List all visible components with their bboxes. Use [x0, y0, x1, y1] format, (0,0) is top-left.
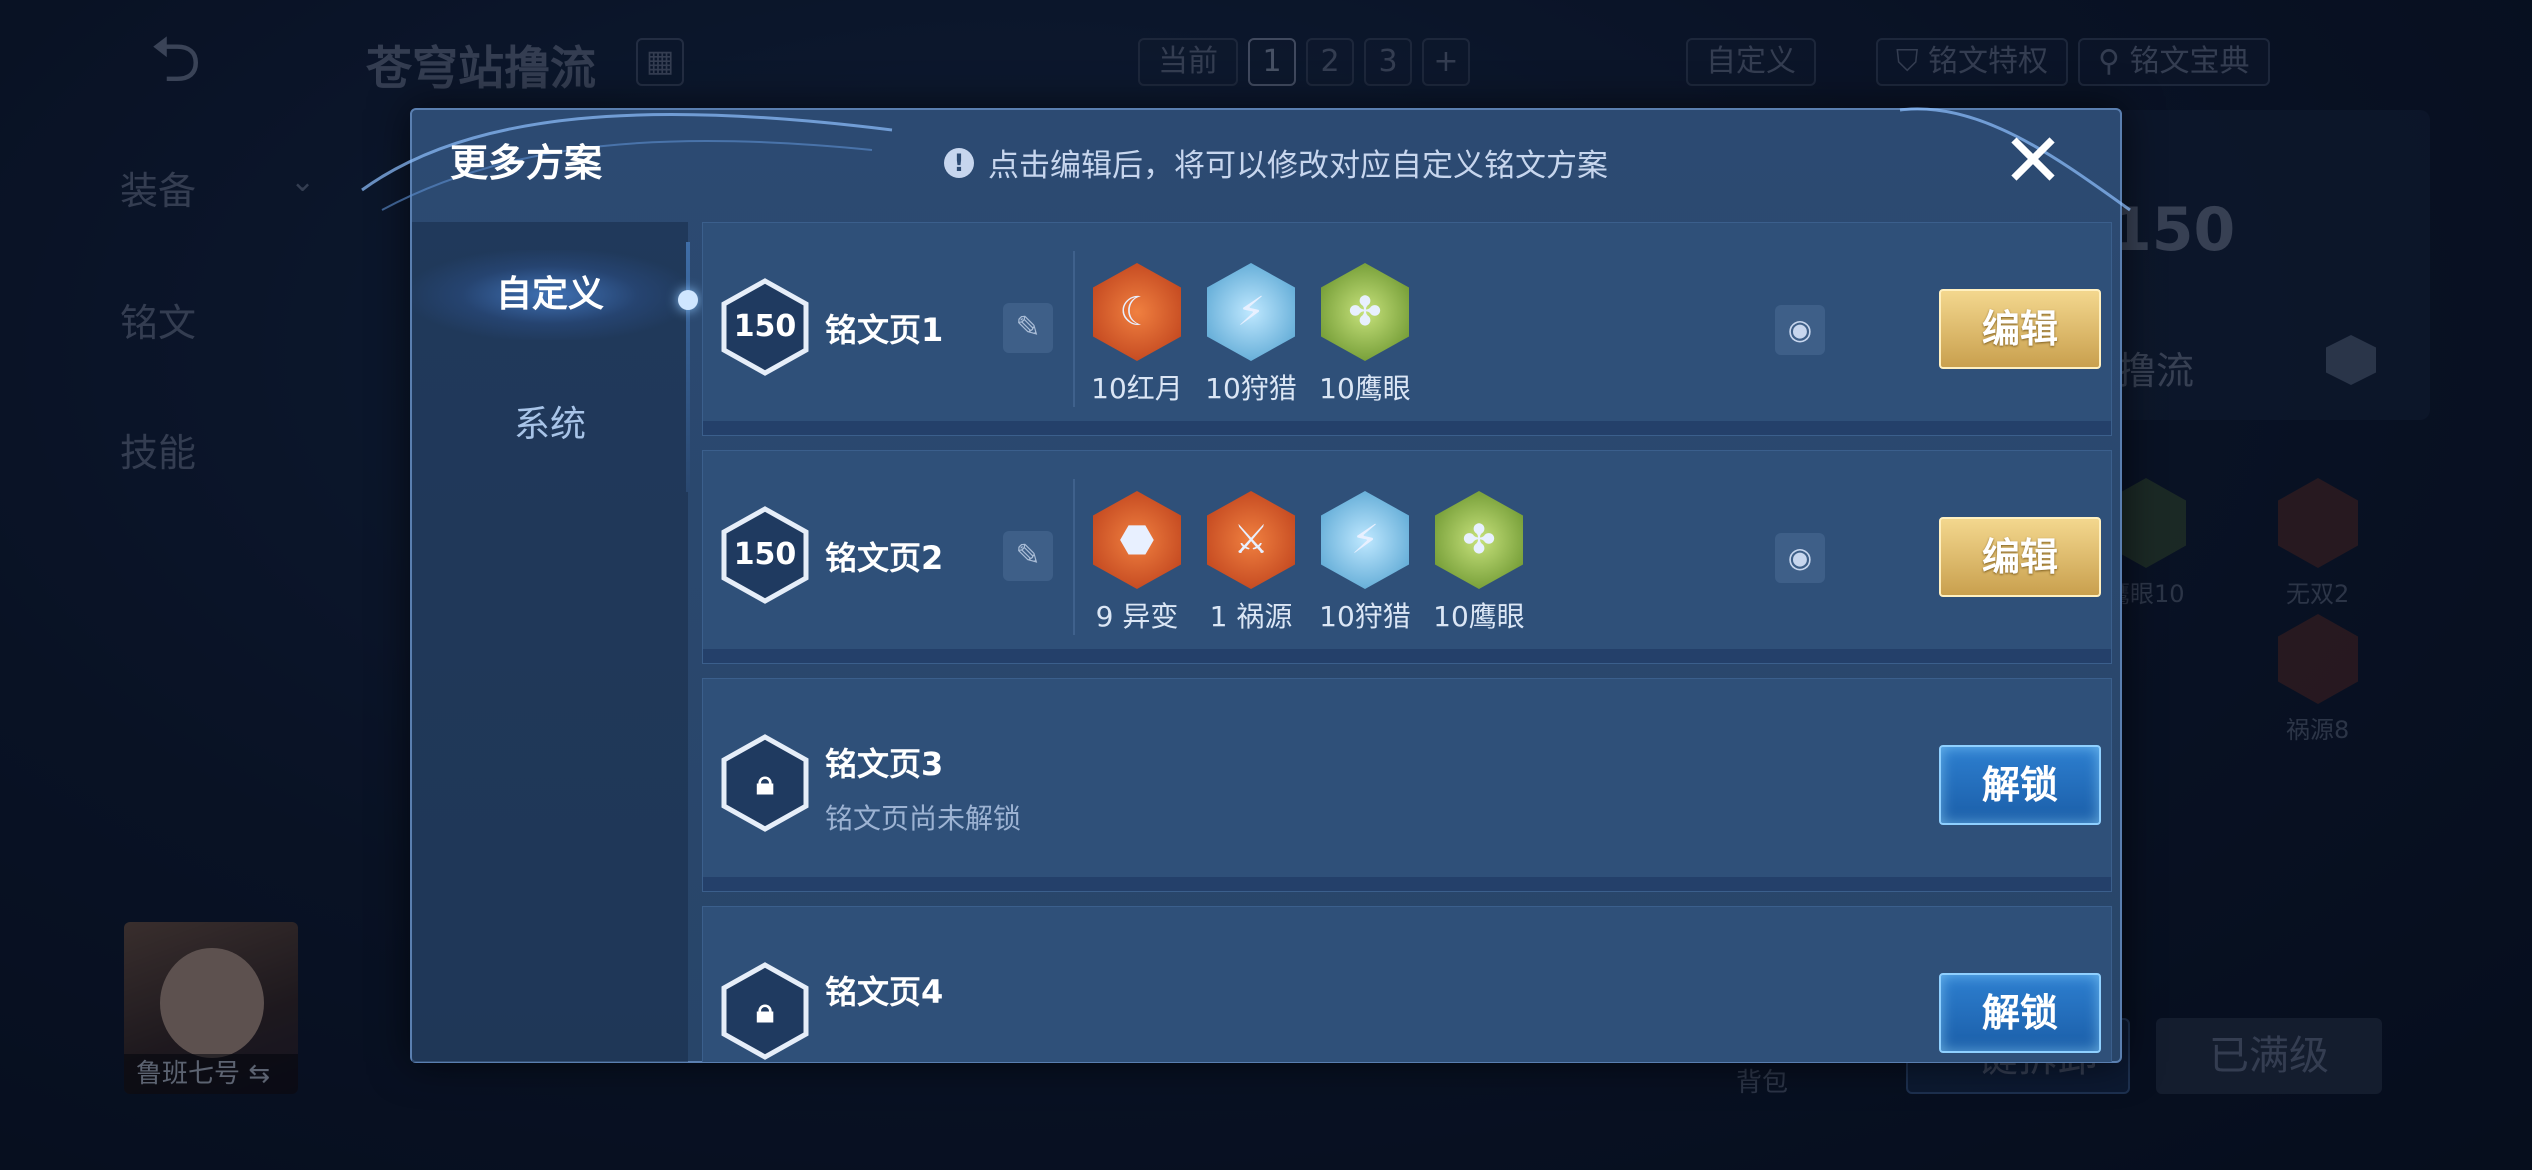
preview-eye-icon[interactable]: ◉ [1775, 305, 1825, 355]
page-selector: 当前 1 2 3 + [1138, 38, 1470, 86]
rune-item: ⚡ 10狩猎 [1319, 491, 1411, 635]
modal-hint: ! 点击编辑后，将可以修改对应自定义铭文方案 [944, 140, 1608, 185]
calamity-rune-icon: ⚔ [1207, 491, 1295, 589]
row-separator [703, 649, 2111, 663]
page-tab-3[interactable]: 3 [1364, 38, 1412, 86]
divider [1073, 251, 1075, 407]
scheme-level-badge: 150 [2110, 195, 2236, 265]
page-tab-2[interactable]: 2 [1306, 38, 1354, 86]
rune-label: 1 祸源 [1209, 600, 1293, 633]
chevron-down-icon: ⌄ [290, 164, 316, 199]
back-arrow-icon[interactable]: ⮌ [150, 28, 260, 92]
hero-name: 鲁班七号 ⇆ [124, 1054, 298, 1094]
unlock-button[interactable]: 解锁 [1939, 973, 2101, 1053]
page-name: 铭文页4 [825, 973, 944, 1011]
scheme-tabs: 自定义 系统 [412, 222, 698, 1062]
lock-icon: 🔒︎ [755, 991, 775, 1031]
rune-item: ⬣ 9 异变 [1093, 491, 1181, 635]
rune-item: ⚔ 1 祸源 [1207, 491, 1295, 635]
lock-badge: 🔒︎ [721, 734, 809, 832]
close-icon[interactable]: ✕ [1998, 124, 2068, 198]
divider [1073, 479, 1075, 635]
hunt-rune-icon: ⚡ [1321, 491, 1409, 589]
rune-label: 10鹰眼 [1319, 372, 1411, 405]
locked-hint: 铭文页尚未解锁 [825, 802, 1022, 835]
rune-privilege-label: 铭文特权 [1928, 44, 2049, 79]
rune-codex-button[interactable]: ⚲ 铭文宝典 [2078, 38, 2270, 86]
rune-item: ✤ 10鹰眼 [1319, 263, 1411, 407]
rune-page-row: 150 铭文页2 ✎ ⬣ 9 异变 ⚔ 1 祸源 ⚡ 10狩猎 ✤ 10鹰眼 ◉… [702, 450, 2112, 664]
tab-custom[interactable]: 自定义 [412, 250, 688, 340]
rune-item: ⚡ 10狩猎 [1205, 263, 1297, 407]
level-badge: 150 [721, 278, 809, 376]
row-separator [703, 421, 2111, 435]
rune-label: 10鹰眼 [1433, 600, 1525, 633]
tab-system[interactable]: 系统 [412, 380, 688, 470]
lock-icon: 🔒︎ [755, 763, 775, 803]
page-tab-1[interactable]: 1 [1248, 38, 1296, 86]
unlock-button[interactable]: 解锁 [1939, 745, 2101, 825]
side-item-runes[interactable]: 铭文 [120, 292, 196, 347]
decorative-swirl [361, 112, 893, 211]
hero-portrait [160, 948, 264, 1058]
bag-label[interactable]: 背包 [1736, 1062, 1788, 1099]
more-schemes-modal: 更多方案 ! 点击编辑后，将可以修改对应自定义铭文方案 ✕ 自定义 系统 150… [361, 107, 2131, 1063]
side-item-skills[interactable]: 技能 [120, 422, 196, 477]
rune-label: 10红月 [1091, 372, 1183, 405]
rune-item: ☾ 10红月 [1091, 263, 1183, 407]
page-name: 铭文页3 [825, 745, 944, 783]
add-page-button[interactable]: + [1422, 38, 1470, 86]
lock-badge: 🔒︎ [721, 962, 809, 1060]
grid-icon[interactable]: ▦ [636, 38, 684, 86]
custom-button[interactable]: 自定义 [1686, 38, 1816, 86]
eagle-eye-rune-icon: ✤ [1321, 263, 1409, 361]
rune-label: 无双2 [2286, 580, 2350, 608]
hint-text: 点击编辑后，将可以修改对应自定义铭文方案 [988, 148, 1608, 184]
edit-button[interactable]: 编辑 [1939, 517, 2101, 597]
hero-avatar[interactable]: 鲁班七号 ⇆ [124, 922, 298, 1094]
rune-page-row: 150 铭文页1 ✎ ☾ 10红月 ⚡ 10狩猎 ✤ 10鹰眼 ◉ 编辑 [702, 222, 2112, 436]
side-item-equipment[interactable]: 装备 [120, 160, 196, 215]
rename-icon[interactable]: ✎ [1003, 531, 1053, 581]
modal-title: 更多方案 [450, 141, 603, 185]
rune-summary: ⬣ 9 异变 ⚔ 1 祸源 ⚡ 10狩猎 ✤ 10鹰眼 [1093, 491, 1525, 635]
rune-page-list: 150 铭文页1 ✎ ☾ 10红月 ⚡ 10狩猎 ✤ 10鹰眼 ◉ 编辑 150… [702, 222, 2112, 1062]
page-name: 铭文页2 [825, 539, 944, 577]
rune-codex-label: 铭文宝典 [2129, 44, 2250, 79]
rune-label: 10狩猎 [1319, 600, 1411, 633]
rune-label: 9 异变 [1095, 600, 1179, 633]
hunt-rune-icon: ⚡ [1207, 263, 1295, 361]
rune-page-row: 🔒︎ 铭文页3 铭文页尚未解锁 解锁 [702, 678, 2112, 892]
rune-page-row: 🔒︎ 铭文页4 解锁 [702, 906, 2112, 1062]
rune-label: 10狩猎 [1205, 372, 1297, 405]
scheme-title: 苍穹站撸流 [366, 41, 596, 95]
rune-icon [2278, 614, 2358, 704]
mutation-rune-icon: ⬣ [1093, 491, 1181, 589]
info-icon: ! [944, 147, 974, 178]
eagle-eye-rune-icon: ✤ [1435, 491, 1523, 589]
rune-label: 祸源8 [2286, 716, 2350, 744]
red-moon-rune-icon: ☾ [1093, 263, 1181, 361]
rune-summary: ☾ 10红月 ⚡ 10狩猎 ✤ 10鹰眼 [1091, 263, 1411, 407]
rune-icon [2278, 478, 2358, 568]
current-label: 当前 [1138, 38, 1238, 86]
maxed-button[interactable]: 已满级 [2156, 1018, 2382, 1094]
active-tab-indicator [678, 290, 698, 310]
rename-icon[interactable]: ✎ [1003, 303, 1053, 353]
preview-eye-icon[interactable]: ◉ [1775, 533, 1825, 583]
rune-item: ✤ 10鹰眼 [1433, 491, 1525, 635]
rune-privilege-button[interactable]: ⛉ 铭文特权 [1876, 38, 2069, 86]
page-name: 铭文页1 [825, 311, 944, 349]
edit-button[interactable]: 编辑 [1939, 289, 2101, 369]
row-separator [703, 877, 2111, 891]
level-badge: 150 [721, 506, 809, 604]
